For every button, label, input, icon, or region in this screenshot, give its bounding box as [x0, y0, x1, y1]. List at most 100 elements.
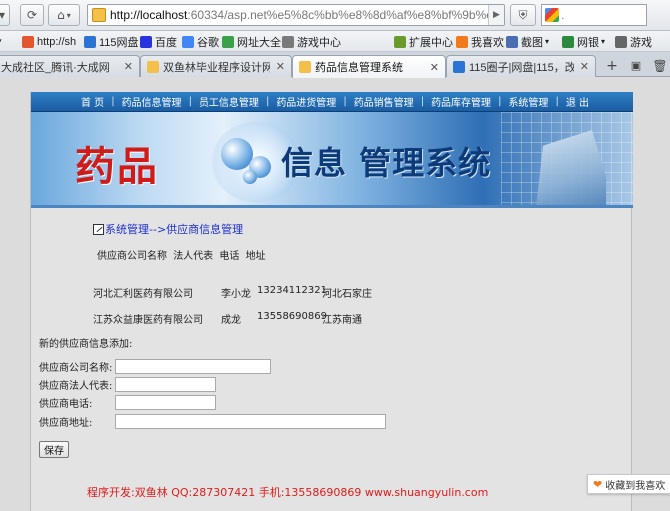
- nav-home[interactable]: 首 页: [81, 94, 104, 109]
- address-bar[interactable]: http://localhost:60334/asp.net%e5%8c%bb%…: [87, 4, 505, 26]
- bookmark-label: 游戏中心: [297, 36, 341, 49]
- bookmark-label: 截图: [521, 36, 543, 49]
- go-arrow-icon[interactable]: ▶: [488, 5, 504, 25]
- legal-rep-label: 供应商法人代表:: [39, 380, 113, 392]
- globe-icon: [222, 35, 234, 48]
- favorite-widget[interactable]: ❤ 收藏到我喜欢: [587, 474, 670, 494]
- bookmark-item[interactable]: 游戏: [615, 34, 652, 49]
- bookmark-item[interactable]: 网银 ▾: [562, 34, 605, 49]
- banner-bubble-icon: [243, 170, 257, 184]
- bookmark-item[interactable]: 网址大全: [222, 34, 281, 49]
- cell-legal-rep: 李小龙: [221, 289, 251, 300]
- chevron-down-icon: ▾: [0, 35, 2, 48]
- home-button[interactable]: ⌂ ▾: [48, 4, 80, 26]
- bookmark-item[interactable]: 谷歌: [182, 34, 219, 49]
- trash-button[interactable]: 🗑: [650, 56, 670, 75]
- tab[interactable]: 115圈子|网盘|115，改... ✕: [446, 55, 596, 77]
- bookmark-item[interactable]: 游戏中心: [282, 34, 341, 49]
- bookmark-label: 我喜欢: [471, 36, 504, 49]
- cell-address: 河北石家庄: [322, 289, 372, 300]
- google-icon: [545, 8, 559, 22]
- legal-rep-input[interactable]: [115, 376, 216, 392]
- close-icon[interactable]: ✕: [124, 60, 133, 73]
- nav-sales[interactable]: 药品销售管理: [354, 94, 414, 109]
- nav-separator: |: [343, 96, 347, 107]
- nav-separator: |: [498, 96, 502, 107]
- search-value: .: [561, 8, 565, 22]
- cell-legal-rep: 成龙: [221, 315, 241, 326]
- bookmark-label: 游戏: [630, 36, 652, 49]
- bookmark-label: 网银: [577, 36, 599, 49]
- site-favicon-icon: [299, 61, 311, 73]
- header-legal-rep: 法人代表: [173, 251, 214, 262]
- site-container: 首 页 | 药品信息管理 | 员工信息管理 | 药品进货管理 | 药品销售管理 …: [30, 92, 633, 511]
- form-row-phone: 供应商电话:: [39, 394, 216, 410]
- form-row-legal-rep: 供应商法人代表:: [39, 376, 216, 392]
- header-phone: 电话: [219, 251, 240, 262]
- form-row-company: 供应商公司名称:: [39, 358, 271, 374]
- cell-phone: 13234112321: [257, 285, 327, 296]
- search-input[interactable]: .: [541, 4, 647, 26]
- star-icon: [147, 60, 159, 73]
- back-button[interactable]: ▾: [0, 4, 10, 26]
- banner-title-blue: 信息 管理系统: [281, 144, 492, 182]
- breadcrumb-text[interactable]: 系统管理-->供应商信息管理: [105, 221, 243, 237]
- gamepad-icon: [282, 35, 294, 48]
- refresh-button[interactable]: ⟳: [20, 4, 44, 26]
- nav-purchase[interactable]: 药品进货管理: [276, 94, 336, 109]
- refresh-icon: ⟳: [26, 8, 38, 22]
- tab-list-button[interactable]: ▣: [626, 56, 646, 75]
- bookmark-item[interactable]: 我喜欢: [456, 34, 504, 49]
- nav-system[interactable]: 系统管理: [508, 94, 548, 109]
- company-name-input[interactable]: [115, 358, 271, 374]
- tab-title: 115圈子|网盘|115，改...: [469, 61, 574, 74]
- bookmark-label: 115网盘: [99, 36, 139, 49]
- nav-inventory[interactable]: 药品库存管理: [431, 94, 491, 109]
- table-header: 供应商公司名称 法人代表 电话 地址: [97, 247, 269, 262]
- header-banner: 药品 信息 管理系统: [31, 112, 633, 208]
- header-company: 供应商公司名称: [97, 251, 167, 262]
- cell-company: 江苏众益康医药有限公司: [93, 315, 203, 326]
- form-title: 新的供应商信息添加:: [39, 339, 133, 350]
- nav-separator: |: [265, 96, 270, 107]
- main-nav: 首 页 | 药品信息管理 | 员工信息管理 | 药品进货管理 | 药品销售管理 …: [31, 92, 633, 112]
- browser-toolbar: ▾ ⟳ ⌂ ▾ http://localhost:60334/asp.net%e5…: [0, 0, 670, 31]
- heart-icon: [456, 35, 468, 48]
- bookmark-label: 百度: [155, 36, 177, 49]
- bookmark-item[interactable]: 扩展中心: [394, 34, 453, 49]
- address-input[interactable]: [115, 413, 386, 429]
- nav-separator: |: [420, 96, 425, 107]
- phone-input[interactable]: [115, 394, 216, 410]
- bookmarks-bar: ▾ http://sh 115网盘 百度 谷歌 网址大全 游戏中心 扩展中心 我…: [0, 31, 670, 52]
- tab-title: 大成社区_腾讯·大成网: [1, 61, 110, 74]
- shield-button[interactable]: ⛨: [510, 4, 536, 26]
- bookmark-label: 谷歌: [197, 36, 219, 49]
- header-address: 地址: [245, 251, 266, 262]
- home-icon: ⌂: [57, 8, 65, 22]
- bookmark-item[interactable]: 百度: [140, 34, 177, 49]
- bookmarks-menu[interactable]: ▾: [0, 34, 2, 49]
- bookmark-item[interactable]: 115网盘: [84, 34, 139, 49]
- bookmark-item[interactable]: 截图 ▾: [506, 34, 549, 49]
- cell-phone: 13558690869: [257, 311, 327, 322]
- close-icon[interactable]: ✕: [430, 61, 439, 74]
- nav-logout[interactable]: 退 出: [566, 94, 589, 109]
- chevron-down-icon: ▾: [545, 37, 550, 46]
- tab[interactable]: 双鱼林毕业程序设计网 [... ✕: [140, 55, 292, 77]
- close-icon[interactable]: ✕: [276, 60, 285, 73]
- bookmark-item[interactable]: http://sh: [22, 34, 76, 49]
- tab-active[interactable]: 药品信息管理系统 ✕: [292, 55, 446, 78]
- company-label: 供应商公司名称:: [39, 362, 113, 374]
- tab-list-icon: ▣: [630, 59, 642, 72]
- url-host: http://localhost: [110, 8, 188, 22]
- nav-drug-info[interactable]: 药品信息管理: [122, 94, 182, 109]
- gamepad-icon: [615, 35, 627, 48]
- nav-employee-info[interactable]: 员工信息管理: [199, 94, 259, 109]
- new-tab-button[interactable]: +: [602, 56, 622, 75]
- close-icon[interactable]: ✕: [580, 60, 589, 73]
- url-text: http://localhost:60334/asp.net%e5%8c%bb%…: [110, 8, 500, 22]
- save-button[interactable]: 保存: [39, 441, 69, 458]
- trash-icon: 🗑: [652, 58, 668, 73]
- tab[interactable]: 大成社区_腾讯·大成网 ✕: [0, 55, 140, 77]
- puzzle-icon: [394, 35, 406, 48]
